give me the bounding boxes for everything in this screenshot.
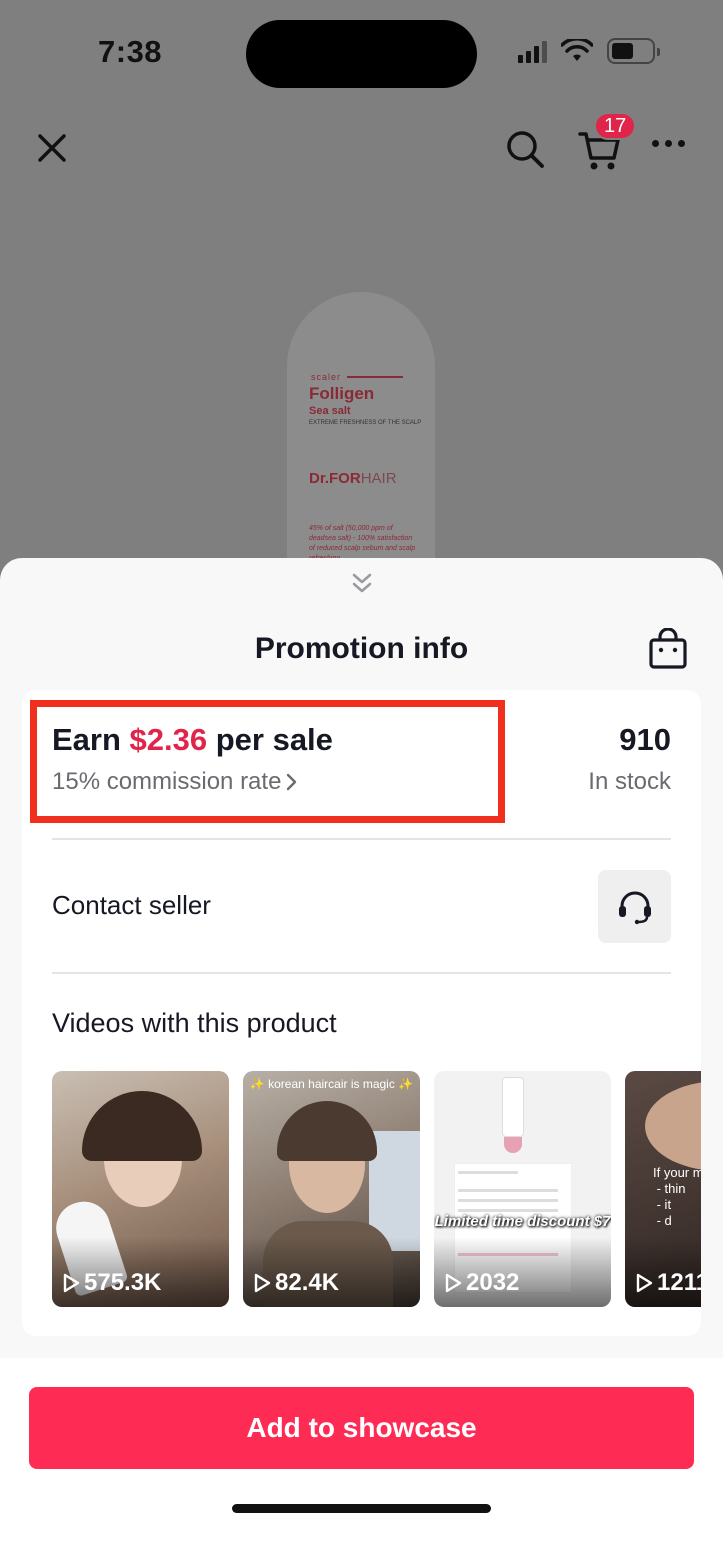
dynamic-island [246,20,477,88]
product-page-background: 7:38 17 scaler Folligen Sea salt EXTREME… [0,0,723,600]
headset-icon [618,891,651,924]
add-to-showcase-button[interactable]: Add to showcase [29,1387,694,1469]
earn-amount: $2.36 [129,722,208,757]
divider [52,838,671,840]
play-icon [636,1273,653,1293]
battery-icon [607,38,660,64]
stock-count: 910 [619,722,671,757]
stock-label: In stock [588,768,671,795]
footer: Add to showcase [0,1358,723,1568]
home-indicator[interactable] [232,1504,491,1513]
highlight-box [30,700,505,823]
contact-seller-button[interactable] [598,870,671,943]
cart-count-badge: 17 [594,112,637,140]
promotion-card: Earn $2.36 per sale 15% commission rate … [22,690,701,1336]
status-icons [518,38,660,64]
wifi-icon [561,39,593,61]
bottle-product-name: Folligen [309,384,375,403]
video-thumbnail[interactable]: Limited time discount $7 2032 [434,1071,611,1307]
video-thumbnail[interactable]: If your m - thin - it - d 1211 [625,1071,701,1307]
video-views: 575.3K [62,1269,161,1297]
video-views: 2032 [444,1269,519,1297]
chevron-right-icon [287,773,297,791]
contact-seller-label: Contact seller [52,890,211,920]
promotion-info-sheet: Promotion info Earn $2.36 per sale 15% c… [0,558,723,1568]
collapse-chevron-icon[interactable] [350,572,374,596]
play-icon [63,1273,80,1293]
signal-icon [518,39,547,63]
video-caption: If your m - thin - it - d [653,1165,701,1228]
video-thumbnail[interactable]: 575.3K [52,1071,229,1307]
close-icon[interactable] [36,132,68,164]
videos-section-title: Videos with this product [52,1008,337,1038]
divider [52,972,671,974]
sheet-title: Promotion info [254,632,469,665]
play-icon [445,1273,462,1293]
video-views: 82.4K [253,1269,339,1297]
video-carousel[interactable]: 575.3K ✨ korean haircair is magic ✨ 82.4… [52,1071,701,1307]
video-views: 1211 [635,1269,701,1297]
video-caption: Limited time discount $7 [434,1213,611,1230]
product-image: scaler Folligen Sea salt EXTREME FRESHNE… [287,292,435,592]
more-icon[interactable] [652,140,685,147]
bottle-product-sub: Sea salt [309,405,351,417]
search-icon[interactable] [504,128,546,170]
status-time: 7:38 [98,34,163,69]
bottle-maker: Dr.FORHAIR [309,470,397,487]
commission-rate-link[interactable]: 15% commission rate [52,768,299,796]
play-icon [254,1273,271,1293]
video-thumbnail[interactable]: ✨ korean haircair is magic ✨ 82.4K [243,1071,420,1307]
bottle-brand-small: scaler [311,372,342,382]
video-caption: ✨ korean haircair is magic ✨ [249,1077,414,1091]
bottle-tagline: EXTREME FRESHNESS OF THE SCALP [309,420,422,426]
shopping-bag-icon[interactable] [648,628,688,670]
earn-per-sale: Earn $2.36 per sale [52,722,333,757]
